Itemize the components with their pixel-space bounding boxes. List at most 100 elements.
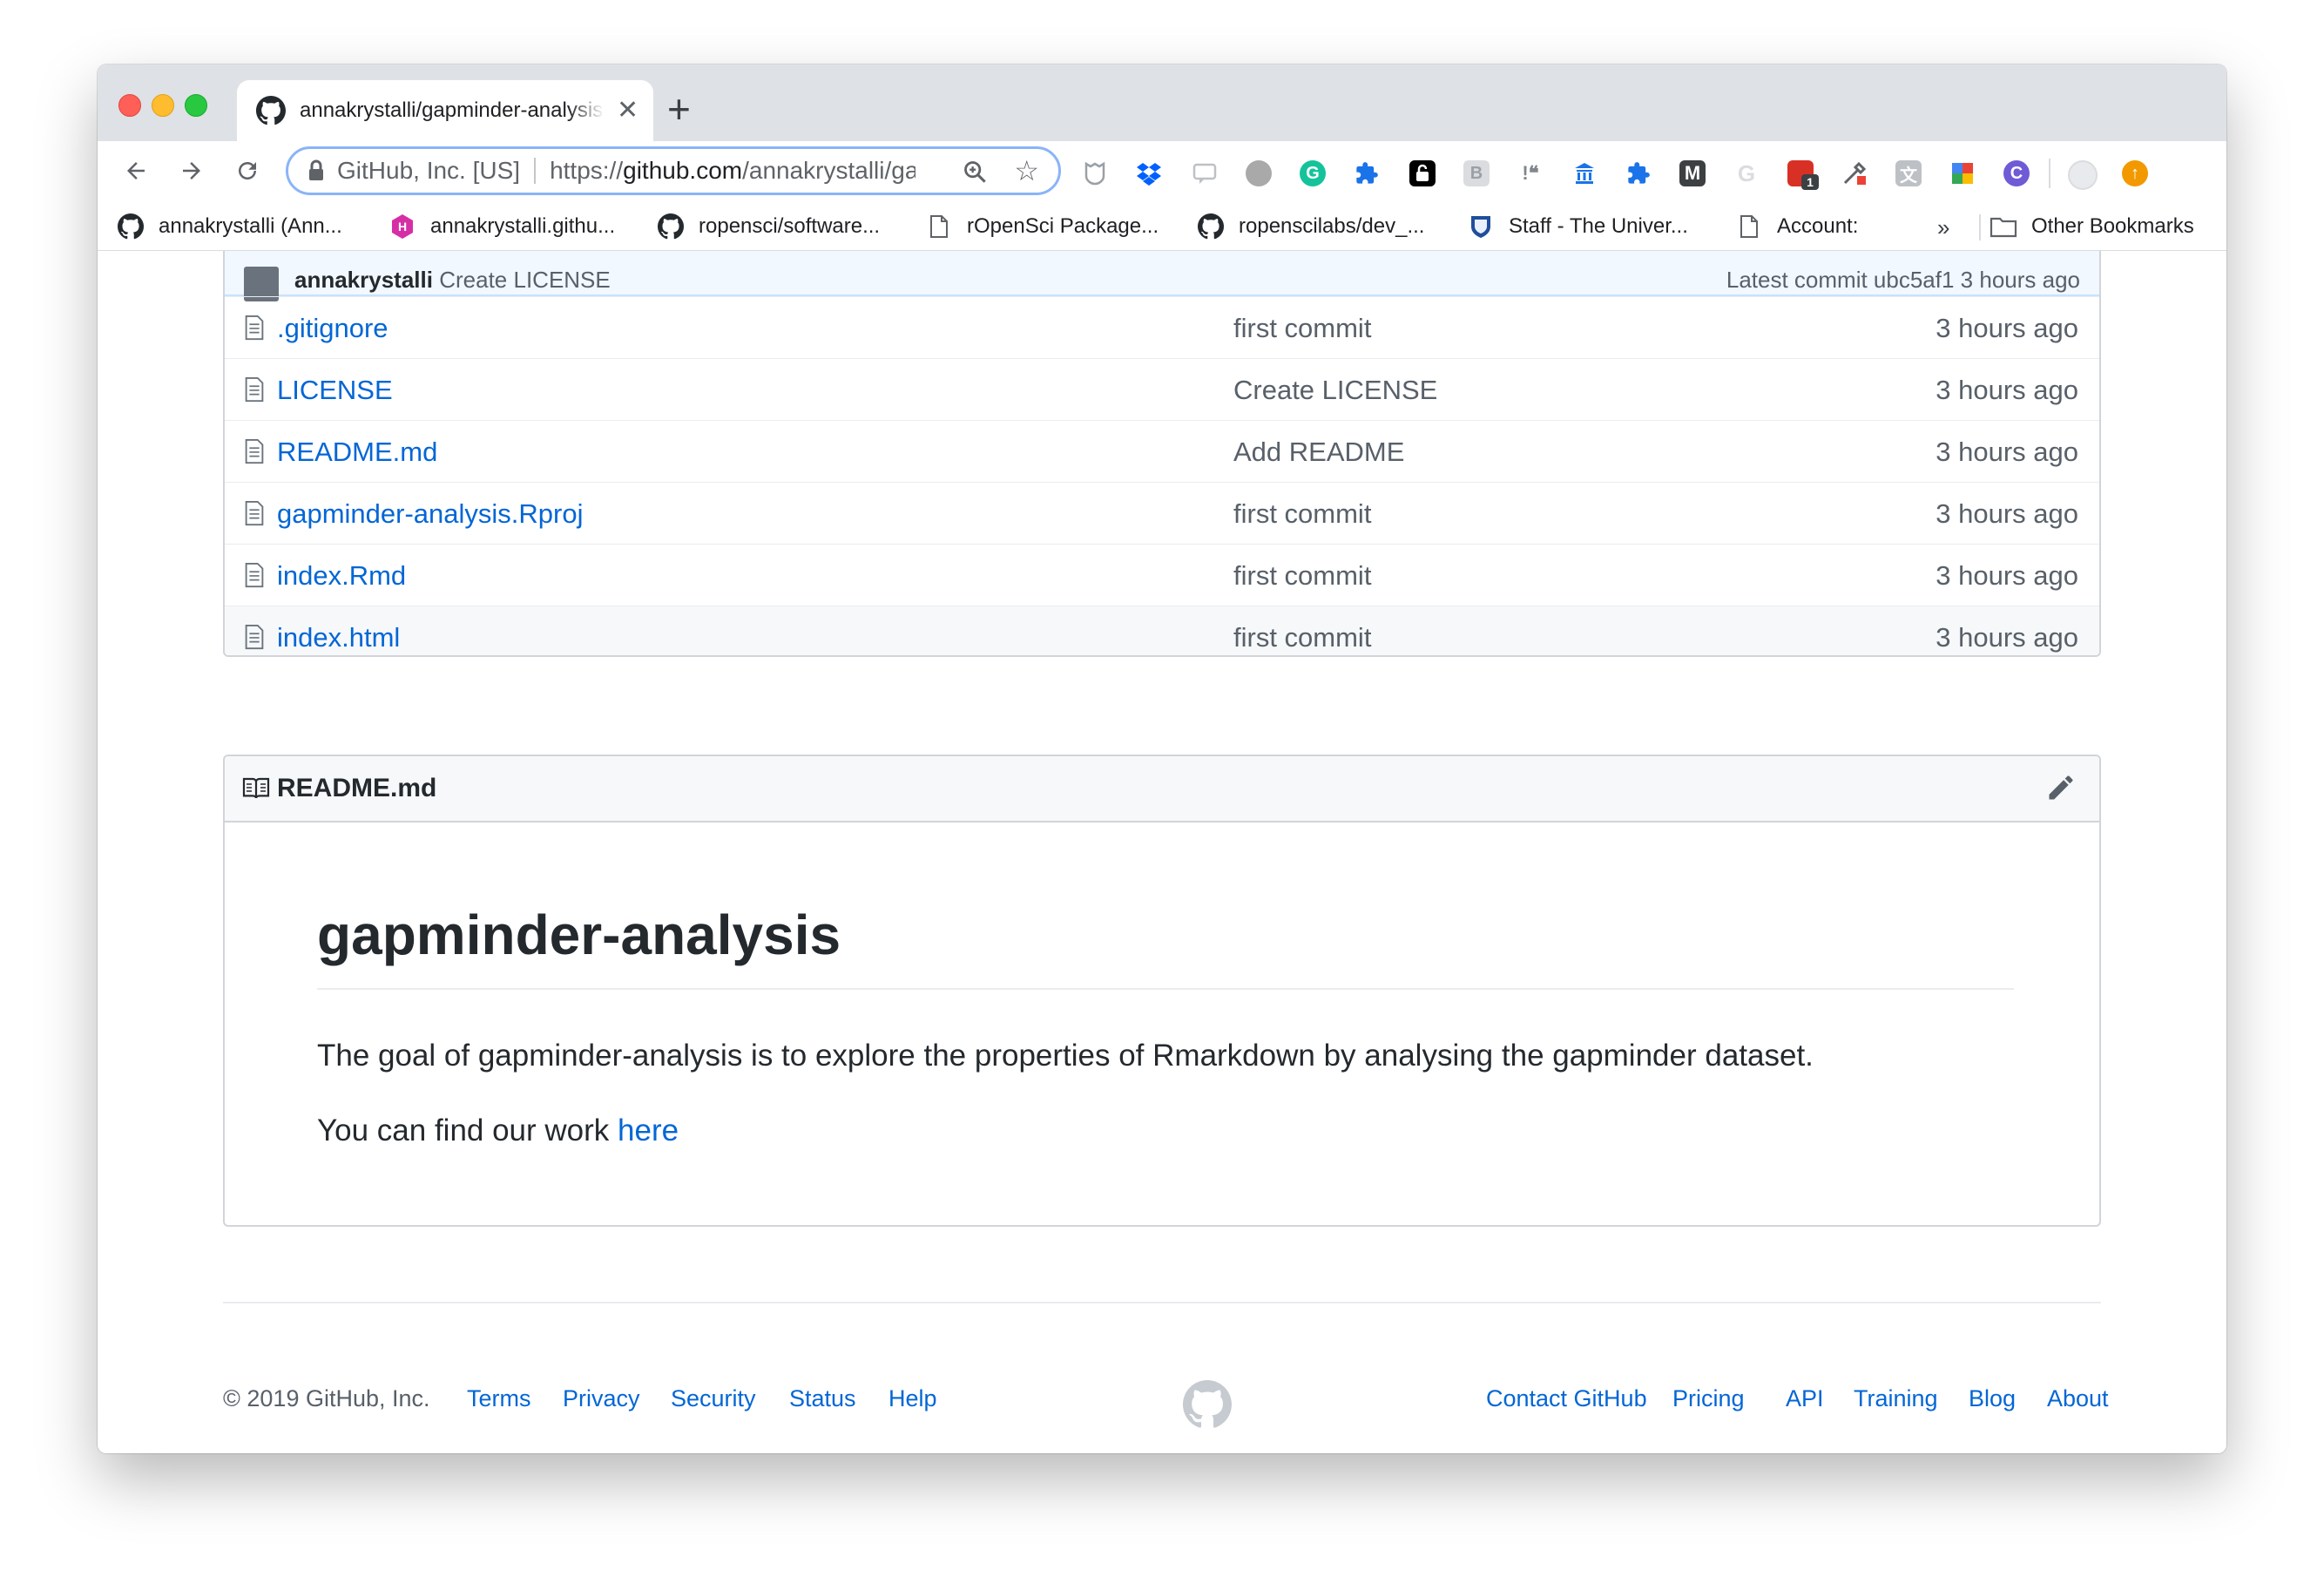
toolbar-divider <box>2049 159 2050 188</box>
footer-link-privacy[interactable]: Privacy <box>563 1385 640 1412</box>
back-arrow-icon <box>127 162 145 179</box>
dropbox-icon[interactable] <box>1136 160 1162 186</box>
github-icon <box>1197 213 1225 240</box>
new-tab-button[interactable]: + <box>667 89 691 129</box>
bookmark-item[interactable]: ropensci/software... <box>657 213 880 240</box>
tab-close-icon[interactable]: ✕ <box>617 98 638 124</box>
minimize-window-button[interactable] <box>152 94 174 117</box>
address-bar[interactable]: GitHub, Inc. [US] https://github.com/ann… <box>286 146 1061 195</box>
github-icon <box>657 213 685 240</box>
readme-paragraph-link: You can find our work here <box>317 1114 679 1148</box>
bookmarks-overflow-button[interactable]: » <box>1937 214 1949 241</box>
file-row: gapminder-analysis.Rproj first commit 3 … <box>225 482 2099 544</box>
readme-filename: README.md <box>277 774 437 802</box>
footer: © 2019 GitHub, Inc. Terms Privacy Securi… <box>223 1380 2109 1432</box>
omnibox-separator <box>534 158 537 184</box>
browser-toolbar: GitHub, Inc. [US] https://github.com/ann… <box>98 141 2226 202</box>
pencil-edit-icon[interactable] <box>2045 772 2077 803</box>
zoom-window-button[interactable] <box>185 94 207 117</box>
bookmark-item[interactable]: H annakrystalli.githu... <box>388 213 615 240</box>
puzzle-icon[interactable] <box>1354 160 1380 186</box>
readme-here-link[interactable]: here <box>618 1114 679 1147</box>
puzzle-icon-2[interactable] <box>1625 160 1652 186</box>
maps-icon[interactable] <box>1949 160 1976 186</box>
close-window-button[interactable] <box>118 94 141 117</box>
bookmark-item[interactable]: annakrystalli (Ann... <box>117 213 342 240</box>
file-list: annakrystalli Create LICENSE Latest comm… <box>223 251 2101 657</box>
google-icon[interactable]: G <box>1733 160 1760 186</box>
m-icon[interactable]: M <box>1679 160 1706 186</box>
library-icon[interactable] <box>1571 160 1598 186</box>
footer-link-about[interactable]: About <box>2047 1385 2109 1412</box>
reload-button[interactable] <box>230 153 265 188</box>
latest-commit-info[interactable]: Latest commit ubc5af1 3 hours ago <box>1726 267 2080 294</box>
file-name-link[interactable]: gapminder-analysis.Rproj <box>277 498 584 530</box>
lock-icon[interactable] <box>1409 160 1436 186</box>
file-age: 3 hours ago <box>1936 437 2078 467</box>
footer-link-security[interactable]: Security <box>671 1385 756 1412</box>
turtle-icon[interactable] <box>1246 160 1272 186</box>
extension-badge: 1 <box>1801 174 1819 190</box>
profile-icon[interactable] <box>2068 160 2098 190</box>
file-commit-message[interactable]: first commit <box>1233 560 1371 592</box>
hex-h-icon: H <box>388 213 416 240</box>
bookmark-label: ropenscilabs/dev_... <box>1239 214 1425 238</box>
github-favicon-icon <box>256 96 286 125</box>
footer-link-contact[interactable]: Contact GitHub <box>1486 1385 1647 1412</box>
chat-icon[interactable] <box>1192 160 1218 186</box>
file-commit-message[interactable]: first commit <box>1233 498 1371 530</box>
footer-link-api[interactable]: API <box>1786 1385 1824 1412</box>
quote-icon[interactable]: !❝ <box>1517 160 1544 186</box>
footer-link-training[interactable]: Training <box>1854 1385 1938 1412</box>
bookmark-item[interactable]: rOpenSci Package... <box>925 213 1159 240</box>
zoom-icon[interactable] <box>963 159 987 184</box>
pipette-icon[interactable] <box>1841 160 1868 186</box>
bookmark-item[interactable]: ropenscilabs/dev_... <box>1197 213 1424 240</box>
file-name-link[interactable]: README.md <box>277 437 437 468</box>
footer-link-help[interactable]: Help <box>888 1385 937 1412</box>
title-bar: annakrystalli/gapminder-analysis ✕ + <box>98 64 2226 141</box>
other-bookmarks-label: Other Bookmarks <box>2031 214 2194 238</box>
file-row: index.Rmd first commit 3 hours ago <box>225 544 2099 606</box>
file-name-link[interactable]: .gitignore <box>277 313 388 344</box>
translate-icon[interactable]: 文 <box>1895 160 1922 186</box>
file-commit-message[interactable]: Create LICENSE <box>1233 375 1437 406</box>
bookmark-star-icon[interactable]: ☆ <box>1014 157 1039 185</box>
file-name-link[interactable]: LICENSE <box>277 375 393 406</box>
footer-link-status[interactable]: Status <box>789 1385 856 1412</box>
back-button[interactable] <box>118 153 153 188</box>
circle-c-icon[interactable]: C <box>2003 160 2030 186</box>
file-row: .gitignore first commit 3 hours ago <box>225 296 2099 358</box>
site-identity[interactable]: GitHub, Inc. [US] <box>337 157 520 185</box>
file-age: 3 hours ago <box>1936 313 2078 343</box>
footer-link-blog[interactable]: Blog <box>1969 1385 2016 1412</box>
commit-author[interactable]: annakrystalli Create LICENSE <box>294 267 611 294</box>
update-icon[interactable]: ↑ <box>2122 160 2148 186</box>
footer-link-pricing[interactable]: Pricing <box>1672 1385 1745 1412</box>
bookmarks-divider <box>1979 214 1981 240</box>
bookmark-item[interactable]: Account: <box>1735 213 1858 240</box>
grammarly-icon[interactable]: G <box>1300 160 1326 186</box>
commit-author-name: annakrystalli <box>294 267 433 293</box>
file-commit-message[interactable]: first commit <box>1233 622 1371 653</box>
b-icon[interactable]: B <box>1463 160 1490 186</box>
active-tab[interactable]: annakrystalli/gapminder-analysis ✕ <box>237 80 653 141</box>
file-commit-message[interactable]: Add README <box>1233 437 1404 468</box>
ghostery-icon[interactable] <box>1082 160 1108 186</box>
file-name-link[interactable]: index.Rmd <box>277 560 406 592</box>
github-mark-icon[interactable] <box>1183 1380 1232 1429</box>
file-name-link[interactable]: index.html <box>277 622 400 653</box>
footer-link-terms[interactable]: Terms <box>467 1385 531 1412</box>
url-host: github.com <box>623 157 743 184</box>
latest-commit-bar: annakrystalli Create LICENSE Latest comm… <box>225 251 2099 301</box>
file-icon <box>245 376 264 403</box>
other-bookmarks[interactable]: Other Bookmarks <box>1990 213 2194 240</box>
bookmark-item[interactable]: Staff - The Univer... <box>1467 213 1688 240</box>
file-icon <box>245 500 264 526</box>
bookmark-label: ropensci/software... <box>699 214 881 238</box>
file-icon <box>245 562 264 588</box>
file-icon <box>245 438 264 464</box>
forward-button[interactable] <box>174 153 209 188</box>
url-text[interactable]: https://github.com/annakrystalli/gapmind… <box>550 157 915 185</box>
file-commit-message[interactable]: first commit <box>1233 313 1371 344</box>
